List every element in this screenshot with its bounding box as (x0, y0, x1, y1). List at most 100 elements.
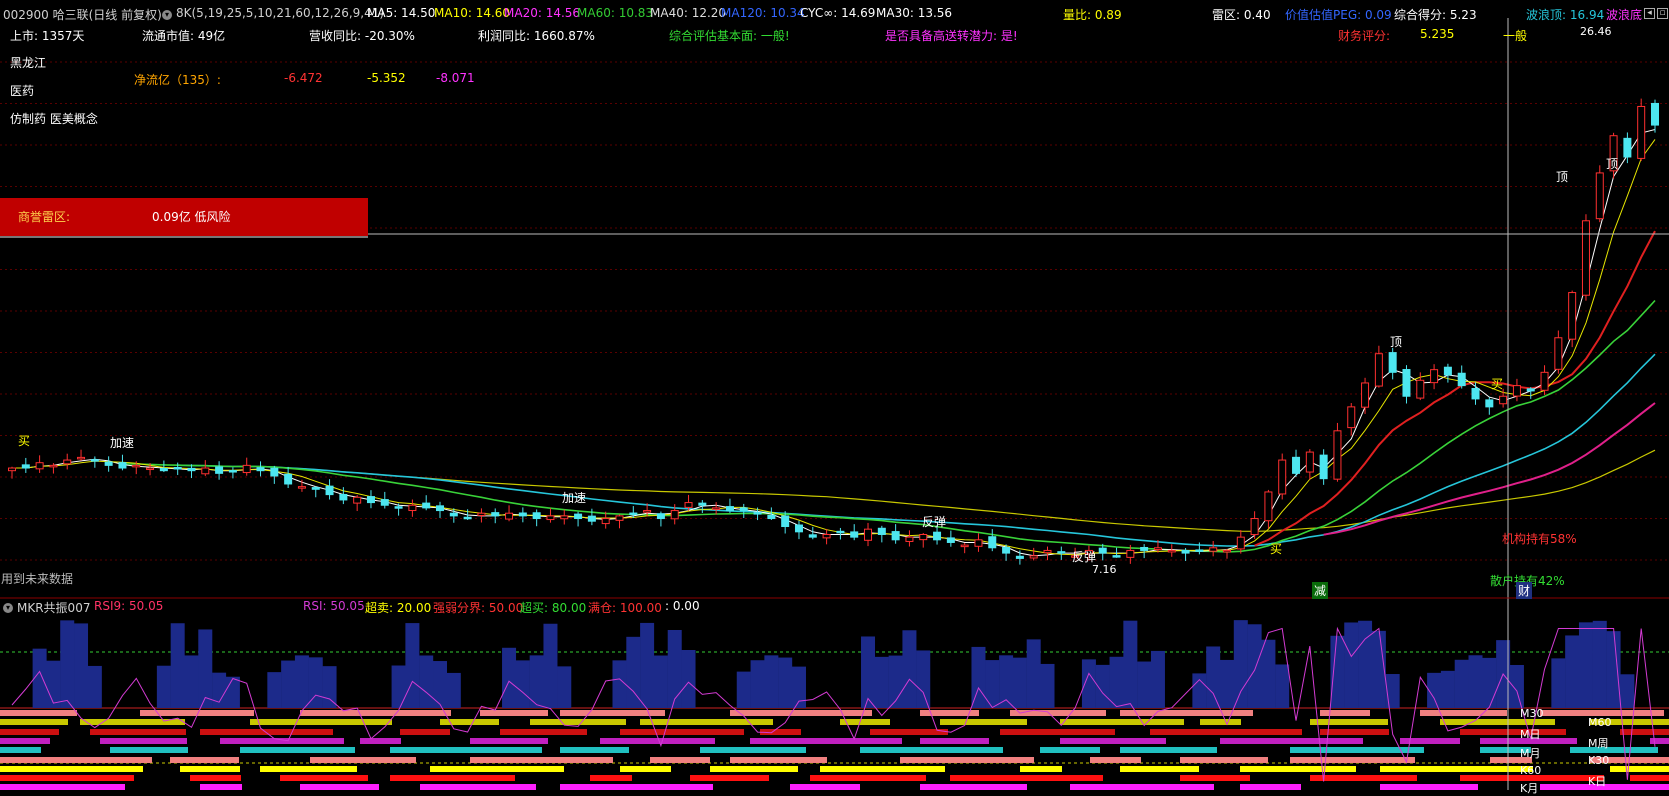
indicator-bar (170, 623, 185, 708)
indicator-bar (612, 660, 627, 708)
param-text: 8K(5,19,25,5,10,21,60,12,26,9,41) (176, 6, 385, 20)
candle-body (1043, 549, 1052, 554)
level-segment (600, 738, 715, 744)
candle-body (684, 502, 693, 508)
candle-body (35, 462, 44, 470)
indicator-bar (1592, 620, 1607, 708)
signal-accel-2: 加速 (562, 491, 587, 505)
candle-body (1568, 292, 1577, 340)
level-segment (1070, 784, 1214, 790)
ma10-value: MA10: 14.60 (434, 6, 511, 20)
level-segment (1200, 719, 1241, 725)
net-flow-2: -5.352 (367, 71, 406, 85)
candle-body (794, 524, 803, 533)
level-segment (1090, 757, 1141, 763)
candle-body (1361, 382, 1370, 408)
ma120-value: MA120: 10.34 (721, 6, 805, 20)
candle-body (725, 506, 734, 512)
level-segment (0, 766, 143, 772)
indicator-bar (322, 666, 337, 708)
level-segment (190, 775, 241, 781)
level-segment (0, 710, 77, 716)
candle-body (877, 527, 886, 535)
level-segment (200, 784, 242, 790)
indicator-bar (1233, 620, 1248, 708)
candle-body (297, 486, 306, 489)
net-flow-1: -6.472 (284, 71, 323, 85)
indicator-bar (640, 622, 655, 708)
level-segment (940, 719, 1027, 725)
thunder-value: 雷区: 0.40 (1212, 8, 1271, 22)
level-k60: K60 (1520, 764, 1542, 777)
candle-body (1581, 220, 1590, 296)
candle-body (1305, 451, 1314, 473)
indicator-bar (1454, 659, 1469, 708)
concept-tag: 仿制药 医美概念 (10, 112, 98, 126)
collapse-icon[interactable]: ▾ (162, 6, 172, 20)
candles (8, 98, 1659, 565)
level-segment (1380, 784, 1478, 790)
indicator-bar (1109, 656, 1124, 708)
oversold-value: 超卖: 20.00 (365, 601, 432, 615)
ma-long-line (288, 449, 1656, 532)
indicator-bar (1123, 620, 1138, 708)
candle-body (1485, 399, 1494, 408)
indicator-bar (391, 665, 406, 708)
net-flow-label: 净流亿（135）: (134, 73, 221, 87)
level-segment (1460, 729, 1566, 735)
level-segment (0, 747, 41, 753)
candle-body (1250, 518, 1259, 536)
candle-body (1374, 353, 1383, 387)
indicator-bar (446, 672, 461, 708)
candle-body (1181, 549, 1190, 554)
candle-body (408, 504, 417, 512)
candle-body (215, 466, 224, 474)
signal-top-1: 顶 (1390, 335, 1403, 349)
candle-body (546, 515, 555, 521)
expand-button[interactable]: ◂ (1644, 8, 1655, 19)
candle-body (1443, 366, 1452, 376)
candle-body (1554, 337, 1563, 370)
indicator-bar (1330, 635, 1345, 708)
wave-top: 波浪顶: 16.94 (1526, 8, 1605, 22)
level-segment (360, 738, 401, 744)
maximize-button[interactable]: ▫ (1657, 8, 1668, 19)
level-segment (1320, 710, 1370, 716)
candle-body (1292, 456, 1301, 474)
indicator-bar (1551, 658, 1566, 708)
level-mmonth: M月 (1520, 747, 1541, 760)
candle-body (1264, 491, 1273, 522)
candle-body (1153, 547, 1162, 551)
candle-body (132, 464, 141, 468)
indicator-bar (1040, 663, 1055, 708)
level-segment (900, 757, 1034, 763)
candle-body (905, 536, 914, 542)
candle-body (960, 544, 969, 548)
kline-chart (0, 18, 1669, 790)
candle-body (629, 512, 638, 516)
ma30-value: MA30: 13.56 (876, 6, 953, 20)
candle-body (1057, 551, 1066, 554)
level-segment (1150, 729, 1302, 735)
candle-body (919, 533, 928, 541)
candle-body (767, 514, 776, 520)
level-segment (1630, 775, 1669, 781)
candle-body (380, 499, 389, 506)
candle-body (256, 467, 265, 472)
level-segment (300, 784, 379, 790)
finance-label: 财务评分: (1338, 29, 1391, 43)
profit-yoy: 利润同比: 1660.87% (478, 29, 595, 43)
level-segment (920, 784, 1027, 790)
signal-buy-2: 买 (1270, 542, 1283, 556)
indicator-collapse-icon[interactable]: ▾ (3, 599, 13, 613)
level-m60: M60 (1588, 716, 1612, 729)
level-segment (180, 766, 240, 772)
indicator-bar (1344, 622, 1359, 708)
goodwill-value: 0.09亿 低风险 (152, 210, 231, 224)
level-segment (1310, 719, 1388, 725)
candle-body (1319, 454, 1328, 480)
candle-body (808, 534, 817, 538)
candle-body (643, 510, 652, 513)
level-segment (530, 719, 626, 725)
transfer-potential: 是否具备高送转潜力: 是! (885, 29, 1018, 43)
